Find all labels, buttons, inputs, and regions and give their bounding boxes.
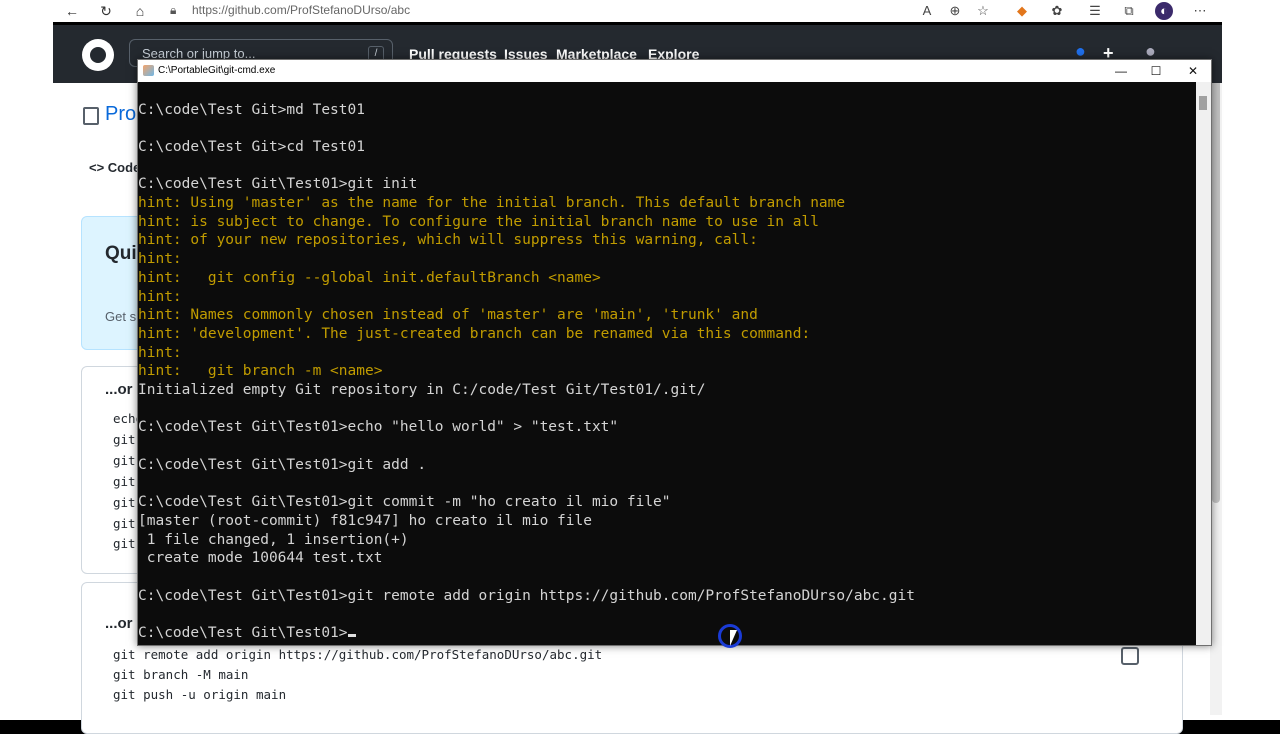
favorite-star-icon[interactable]: ☆ — [974, 2, 992, 20]
terminal-cursor — [347, 634, 356, 638]
refresh-icon[interactable]: ↻ — [96, 2, 116, 20]
collections-icon[interactable]: ⧉ — [1120, 2, 1138, 20]
code-line: git push -u origin main — [113, 687, 287, 702]
terminal-line: create mode 100644 test.txt — [138, 550, 383, 567]
code-line: git — [113, 453, 136, 468]
terminal-line: C:\code\Test Git\Test01>echo "hello worl… — [138, 419, 619, 436]
terminal-output[interactable]: C:\code\Test Git>md Test01 C:\code\Test G… — [138, 82, 1196, 645]
code-line: git — [113, 495, 136, 510]
url-text: https://github.com/ProfStefanoDUrso/abc — [192, 3, 411, 17]
code-line: git — [113, 432, 136, 447]
code-line: git — [113, 474, 136, 489]
github-logo-icon[interactable] — [82, 39, 114, 71]
window-title: C:\PortableGit\git-cmd.exe — [158, 65, 276, 76]
tab-code-label: Code — [107, 160, 141, 175]
home-icon[interactable]: ⌂ — [130, 2, 150, 20]
terminal-hint-line: hint: Names commonly chosen instead of '… — [138, 307, 758, 324]
minimize-button[interactable]: — — [1103, 60, 1139, 82]
terminal-hint-line: hint: of your new repositories, which wi… — [138, 232, 758, 249]
close-button[interactable]: ✕ — [1175, 60, 1211, 82]
terminal-hint-line: hint: — [138, 251, 182, 268]
lock-icon: 🔒︎ — [170, 3, 177, 17]
page-scrollbar-thumb[interactable] — [1212, 43, 1220, 503]
window-titlebar[interactable]: C:\PortableGit\git-cmd.exe — ☐ ✕ — [138, 60, 1211, 82]
git-cmd-app-icon — [143, 65, 154, 76]
code-line: git remote add origin https://github.com… — [113, 647, 603, 662]
terminal-hint-line: hint: — [138, 344, 182, 361]
terminal-scrollbar[interactable] — [1196, 82, 1211, 645]
read-aloud-icon[interactable]: A — [918, 2, 936, 20]
quick-setup-subtitle: Get s — [105, 309, 137, 324]
quick-setup-title: Qui — [105, 243, 137, 264]
tab-code[interactable]: <> Code — [89, 160, 140, 175]
terminal-hint-line: hint: — [138, 288, 182, 305]
code-line: git — [113, 536, 136, 551]
code-icon: <> — [89, 160, 108, 175]
section-push-title: ...or — [105, 615, 133, 632]
git-cmd-window[interactable]: C:\PortableGit\git-cmd.exe — ☐ ✕ C:\code… — [137, 59, 1212, 646]
terminal-line: C:\code\Test Git>md Test01 — [138, 101, 365, 118]
mouse-cursor-icon — [730, 630, 737, 646]
terminal-hint-line: hint: is subject to change. To configure… — [138, 213, 819, 230]
back-icon[interactable]: ← — [62, 2, 82, 20]
terminal-line: C:\code\Test Git\Test01>git add . — [138, 456, 427, 473]
favorites-icon[interactable]: ☰ — [1086, 2, 1104, 20]
terminal-line: 1 file changed, 1 insertion(+) — [138, 531, 409, 548]
address-bar[interactable]: 🔒︎ https://github.com/ProfStefanoDUrso/ab… — [170, 0, 910, 20]
terminal-line: C:\code\Test Git\Test01> — [138, 624, 356, 643]
profile-avatar[interactable]: ◐ — [1155, 2, 1173, 20]
terminal-line: Initialized empty Git repository in C:/c… — [138, 382, 706, 398]
terminal-line: C:\code\Test Git\Test01>git init — [138, 176, 418, 193]
terminal-hint-line: hint: 'development'. The just-created br… — [138, 325, 811, 342]
metamask-extension-icon[interactable]: ◆ — [1013, 2, 1031, 20]
terminal-scrollbar-thumb[interactable] — [1199, 96, 1207, 110]
terminal-line: C:\code\Test Git>cd Test01 — [138, 138, 365, 155]
browser-toolbar: ← ↻ ⌂ 🔒︎ https://github.com/ProfStefanoDU… — [0, 0, 1280, 22]
terminal-hint-line: hint: git config --global init.defaultBr… — [138, 269, 601, 286]
terminal-line: [master (root-commit) f81c947] ho creato… — [138, 512, 592, 529]
screen-left-margin — [0, 0, 53, 720]
terminal-hint-line: hint: Using 'master' as the name for the… — [138, 195, 846, 211]
copy-icon[interactable] — [1121, 647, 1139, 665]
repo-icon — [83, 107, 99, 125]
screen-right-margin — [1222, 0, 1280, 720]
terminal-line: C:\code\Test Git\Test01>git remote add o… — [138, 587, 915, 604]
zoom-icon[interactable]: ⊕ — [946, 2, 964, 20]
maximize-button[interactable]: ☐ — [1138, 60, 1174, 82]
section-create-title: ...or — [105, 381, 133, 398]
terminal-line: C:\code\Test Git\Test01>git commit -m "h… — [138, 494, 671, 511]
more-menu-icon[interactable]: ⋯ — [1191, 2, 1209, 20]
repo-title[interactable]: Pro — [105, 103, 136, 126]
terminal-hint-line: hint: git branch -m <name> — [138, 363, 383, 380]
code-line: git branch -M main — [113, 667, 249, 682]
extensions-icon[interactable]: ✿ — [1048, 2, 1066, 20]
code-line: git — [113, 516, 136, 531]
